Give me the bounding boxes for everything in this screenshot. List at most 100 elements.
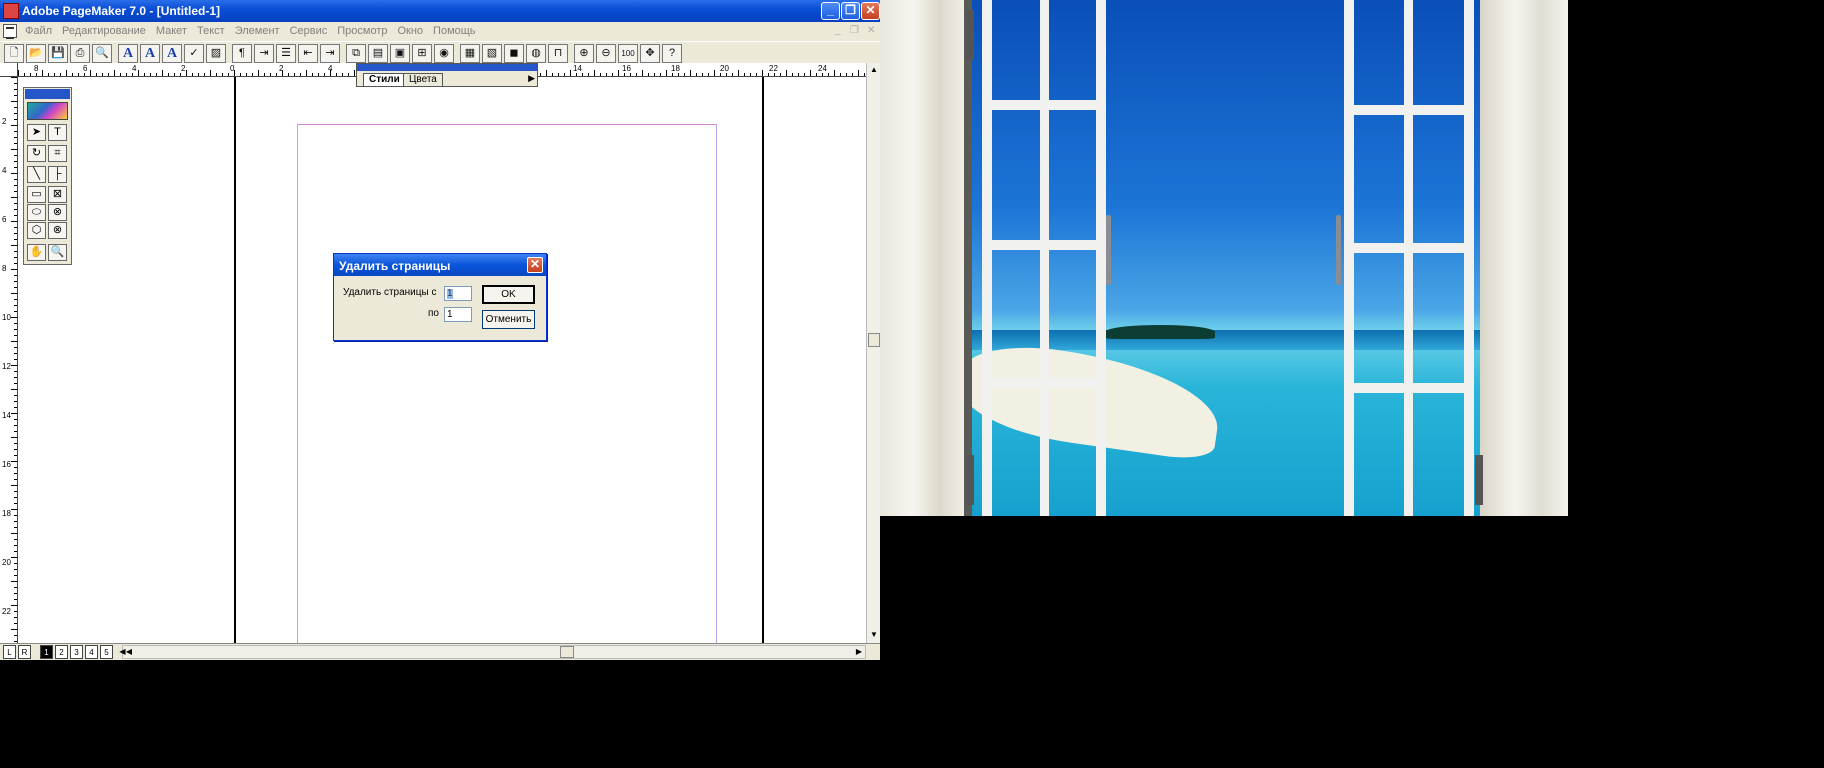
web-icon[interactable]: ◍	[526, 44, 546, 63]
actual-size-icon[interactable]: 100	[618, 44, 638, 63]
pagemaker-app-icon[interactable]	[3, 3, 19, 19]
horizontal-scrollbar[interactable]: ◀ ▶	[122, 645, 866, 659]
line-icon[interactable]: ╲	[27, 166, 46, 183]
rectangle-icon[interactable]: ▭	[27, 186, 46, 203]
minimize-button[interactable]: _	[821, 2, 840, 20]
crop-icon[interactable]: ⌗	[48, 145, 67, 162]
polygon-icon[interactable]: ⬡	[27, 222, 46, 239]
page-3-icon[interactable]: 3	[70, 645, 83, 659]
master-right-page[interactable]: R	[18, 645, 31, 659]
ok-button[interactable]: OK	[482, 285, 535, 304]
text-tool-icon[interactable]: T	[48, 124, 67, 141]
increase-indent-icon[interactable]: ⇥	[320, 44, 340, 63]
cancel-button[interactable]: Отменить	[482, 310, 535, 329]
menu-item[interactable]: Помощь	[428, 25, 481, 37]
menu-item[interactable]: Макет	[151, 25, 192, 37]
toolbox-title-bar[interactable]	[25, 89, 70, 99]
styles-palette: Стили Цвета ▶	[356, 63, 538, 87]
font-size-down-icon[interactable]: A	[162, 44, 182, 63]
constrained-line-icon[interactable]: ├	[48, 166, 67, 183]
open-icon[interactable]: 📂	[26, 44, 46, 63]
restore-button[interactable]: ❐	[841, 2, 860, 20]
menu-item[interactable]: Просмотр	[332, 25, 392, 37]
frame-icon[interactable]: ▣	[390, 44, 410, 63]
doc-minimize-icon[interactable]: _	[835, 25, 841, 36]
document-menu-icon[interactable]	[3, 24, 17, 39]
help-icon[interactable]: ?	[662, 44, 682, 63]
scroll-up-icon[interactable]: ▲	[868, 64, 880, 76]
island	[1105, 325, 1215, 339]
image-icon[interactable]: ▦	[460, 44, 480, 63]
page-1-icon[interactable]: 1	[40, 645, 53, 659]
menu-item[interactable]: Файл	[20, 25, 57, 37]
title-bar[interactable]: Adobe PageMaker 7.0 - [Untitled-1] _ ❐ ✕	[0, 0, 880, 22]
right-page-edge	[762, 77, 764, 643]
new-icon[interactable]: 🗋	[4, 44, 24, 63]
dialog-close-icon[interactable]: ✕	[527, 257, 543, 273]
indent-icon[interactable]: ⇥	[254, 44, 274, 63]
close-button[interactable]: ✕	[861, 2, 880, 20]
copy-page-icon[interactable]: ⧉	[346, 44, 366, 63]
place-icon[interactable]: ▤	[368, 44, 388, 63]
left-frame	[964, 0, 972, 516]
scroll-right-icon[interactable]: ▶	[853, 646, 865, 658]
fill-icon[interactable]: ▨	[206, 44, 226, 63]
page-5-icon[interactable]: 5	[100, 645, 113, 659]
to-page-input[interactable]: 1	[444, 307, 472, 322]
hand-icon[interactable]: ✋	[27, 244, 46, 261]
ellipse-frame-icon[interactable]: ⊗	[48, 204, 67, 221]
doc-restore-icon[interactable]: ❐	[850, 25, 859, 36]
page-scroll-left-icon[interactable]: ◀	[116, 645, 129, 659]
menu-item[interactable]: Текст	[192, 25, 230, 37]
paragraph-icon[interactable]: ¶	[232, 44, 252, 63]
tab-colors[interactable]: Цвета	[403, 73, 443, 86]
palette-title-bar[interactable]	[357, 64, 537, 71]
pointer-icon[interactable]: ➤	[27, 124, 46, 141]
menu-item[interactable]: Элемент	[230, 25, 285, 37]
save-icon[interactable]: 💾	[48, 44, 68, 63]
color-icon[interactable]: ◉	[434, 44, 454, 63]
horizontal-scroll-thumb[interactable]	[560, 646, 574, 658]
zoom-out-icon[interactable]: ⊖	[596, 44, 616, 63]
doc-close-icon[interactable]: ✕	[867, 25, 875, 36]
link-icon[interactable]: ⊞	[412, 44, 432, 63]
vertical-scrollbar[interactable]: ▲ ▼	[866, 63, 880, 643]
menu-item[interactable]: Окно	[392, 25, 428, 37]
ruler-tick-label: 6	[83, 64, 88, 73]
ruler-tick-label: 4	[2, 166, 7, 175]
page-4-icon[interactable]: 4	[85, 645, 98, 659]
bullets-icon[interactable]: ☰	[276, 44, 296, 63]
from-page-input[interactable]: 1	[444, 286, 472, 301]
ruler-tick-label: 8	[2, 264, 7, 273]
tab-styles[interactable]: Стили	[363, 73, 406, 86]
ruler-corner[interactable]	[0, 63, 18, 77]
scroll-down-icon[interactable]: ▼	[868, 629, 880, 641]
font-size-up-icon[interactable]: A	[140, 44, 160, 63]
print-icon[interactable]: ⎙	[70, 44, 90, 63]
polygon-frame-icon[interactable]: ⊗	[48, 222, 67, 239]
page-2-icon[interactable]: 2	[55, 645, 68, 659]
pasteboard[interactable]	[18, 77, 866, 643]
ellipse-icon[interactable]: ⬭	[27, 204, 46, 221]
left-door	[982, 0, 1106, 516]
pdf-icon[interactable]: ⊓	[548, 44, 568, 63]
export-icon[interactable]: ▧	[482, 44, 502, 63]
palette-menu-icon[interactable]: ▶	[528, 73, 535, 84]
vertical-ruler[interactable]: 2 4 6 8 10 12 14 16 18 20 22	[0, 77, 18, 643]
zoom-in-icon[interactable]: ⊕	[574, 44, 594, 63]
zoom-icon[interactable]: 🔍	[48, 244, 67, 261]
spellcheck-icon[interactable]: ✓	[184, 44, 204, 63]
ruler-tick-label: 24	[818, 64, 827, 73]
vertical-scroll-thumb[interactable]	[868, 333, 880, 347]
rectangle-frame-icon[interactable]: ⊠	[48, 186, 67, 203]
master-left-page[interactable]: L	[3, 645, 16, 659]
menu-item[interactable]: Редактирование	[57, 25, 151, 37]
ruler-tick-label: 16	[2, 460, 11, 469]
font-icon[interactable]: A	[118, 44, 138, 63]
find-icon[interactable]: 🔍	[92, 44, 112, 63]
rotate-icon[interactable]: ↻	[27, 145, 46, 162]
fit-icon[interactable]: ✥	[640, 44, 660, 63]
menu-item[interactable]: Сервис	[285, 25, 333, 37]
acrobat-icon[interactable]: ◼	[504, 44, 524, 63]
decrease-indent-icon[interactable]: ⇤	[298, 44, 318, 63]
